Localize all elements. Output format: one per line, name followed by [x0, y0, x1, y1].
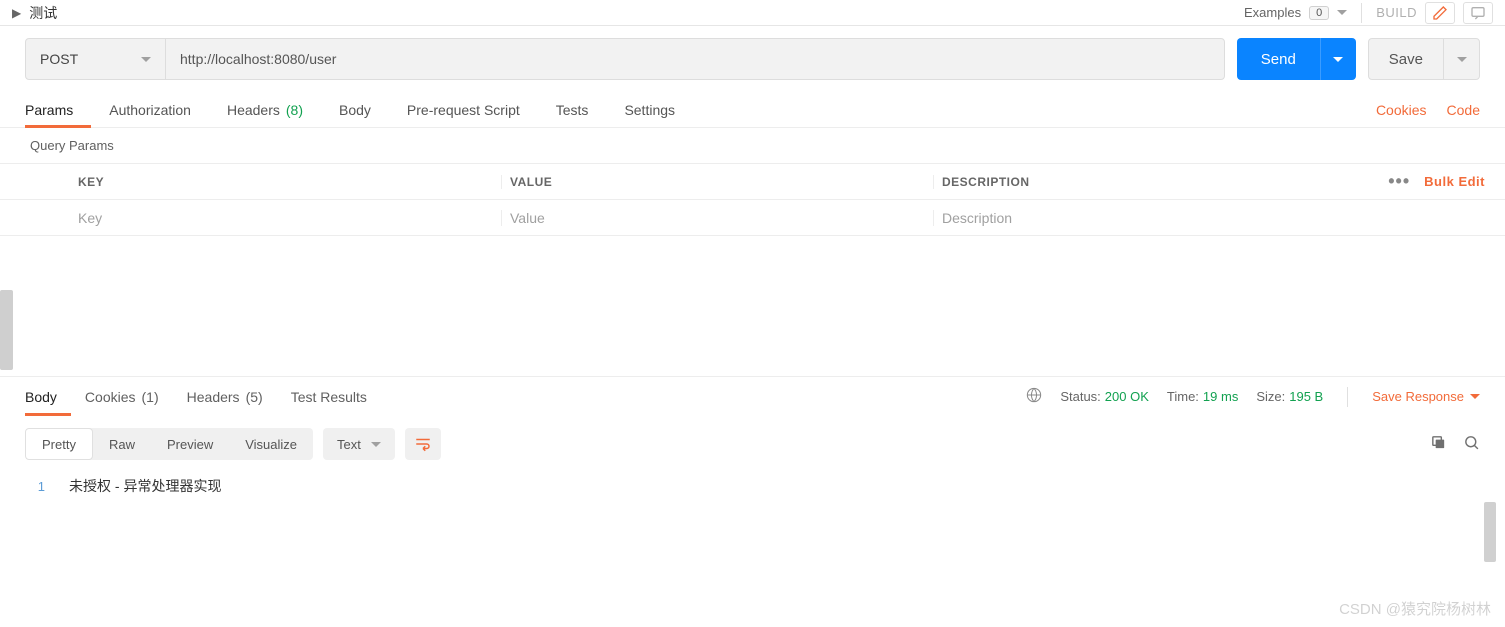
divider: [1361, 3, 1362, 23]
view-pretty[interactable]: Pretty: [25, 428, 93, 460]
line-number: 1: [25, 479, 45, 494]
tab-header: ▶ 测试 Examples 0 BUILD: [0, 0, 1505, 26]
time-group: Time:19 ms: [1167, 389, 1238, 404]
tab-prerequest[interactable]: Pre-request Script: [389, 92, 538, 127]
save-button-label: Save: [1369, 39, 1443, 79]
params-input-row: Key Value Description: [0, 200, 1505, 236]
search-icon[interactable]: [1463, 434, 1480, 454]
response-body: 1 未授权 - 异常处理器实现: [0, 472, 1505, 500]
globe-icon[interactable]: [1026, 387, 1042, 406]
value-input[interactable]: Value: [502, 210, 934, 226]
method-value: POST: [40, 51, 78, 67]
size-group: Size:195 B: [1256, 389, 1323, 404]
bulk-edit-link[interactable]: Bulk Edit: [1424, 174, 1485, 189]
tab-header-right: Examples 0 BUILD: [1244, 2, 1493, 24]
line-text: 未授权 - 异常处理器实现: [69, 476, 221, 496]
format-select[interactable]: Text: [323, 428, 395, 460]
save-dropdown[interactable]: [1443, 39, 1479, 79]
view-raw[interactable]: Raw: [93, 428, 151, 460]
scrollbar-thumb[interactable]: [1484, 502, 1496, 562]
tab-title-group: ▶ 测试: [12, 3, 57, 23]
copy-icon[interactable]: [1430, 434, 1447, 454]
build-label: BUILD: [1376, 5, 1417, 20]
column-description: DESCRIPTION: [934, 175, 1365, 189]
time-value: 19 ms: [1203, 389, 1238, 404]
save-response-link[interactable]: Save Response: [1372, 389, 1480, 404]
save-button[interactable]: Save: [1368, 38, 1480, 80]
description-input[interactable]: Description: [934, 210, 1365, 226]
send-button-label: Send: [1237, 38, 1320, 80]
tab-tests[interactable]: Tests: [538, 92, 607, 127]
column-key: KEY: [70, 175, 502, 189]
edit-icon-button[interactable]: [1425, 2, 1455, 24]
code-link[interactable]: Code: [1447, 102, 1480, 118]
url-input-group: POST: [25, 38, 1225, 80]
chevron-down-icon: [141, 57, 151, 62]
chevron-down-icon: [1333, 57, 1343, 62]
params-table: KEY VALUE DESCRIPTION ••• Bulk Edit Key …: [0, 163, 1505, 236]
send-dropdown[interactable]: [1320, 38, 1356, 80]
tab-settings[interactable]: Settings: [606, 92, 693, 127]
send-button[interactable]: Send: [1237, 38, 1356, 80]
chevron-down-icon[interactable]: [1337, 10, 1347, 15]
response-status-bar: Status:200 OK Time:19 ms Size:195 B Save…: [1026, 387, 1480, 407]
response-tab-headers[interactable]: Headers(5): [173, 377, 277, 416]
toolbar-right: [1430, 434, 1480, 454]
table-actions: ••• Bulk Edit: [1365, 171, 1505, 192]
column-value: VALUE: [502, 175, 934, 189]
tab-body[interactable]: Body: [321, 92, 389, 127]
query-params-label: Query Params: [0, 128, 1505, 163]
view-mode-selector: Pretty Raw Preview Visualize: [25, 428, 313, 460]
tab-params[interactable]: Params: [25, 92, 91, 127]
url-bar: POST Send Save: [0, 26, 1505, 92]
chevron-down-icon: [1457, 57, 1467, 62]
watermark: CSDN @猿究院杨树林: [1339, 598, 1491, 619]
key-input[interactable]: Key: [70, 210, 502, 226]
code-line: 1 未授权 - 异常处理器实现: [25, 476, 1480, 496]
more-icon[interactable]: •••: [1388, 171, 1410, 192]
request-tabs-right: Cookies Code: [1376, 102, 1480, 118]
size-value: 195 B: [1289, 389, 1323, 404]
response-header: Body Cookies(1) Headers(5) Test Results …: [0, 376, 1505, 416]
response-toolbar: Pretty Raw Preview Visualize Text: [0, 416, 1505, 472]
request-tabs: Params Authorization Headers(8) Body Pre…: [0, 92, 1505, 128]
request-tab-title: 测试: [29, 3, 57, 23]
response-tab-body[interactable]: Body: [25, 377, 71, 416]
view-preview[interactable]: Preview: [151, 428, 229, 460]
response-tab-tests[interactable]: Test Results: [277, 377, 381, 416]
chevron-down-icon: [371, 442, 381, 447]
examples-count-badge: 0: [1309, 6, 1329, 20]
divider: [1347, 387, 1348, 407]
chevron-right-icon[interactable]: ▶: [12, 6, 21, 20]
scrollbar-thumb[interactable]: [0, 290, 13, 370]
status-value: 200 OK: [1105, 389, 1149, 404]
comment-icon-button[interactable]: [1463, 2, 1493, 24]
url-input[interactable]: [166, 39, 1224, 79]
response-tab-cookies[interactable]: Cookies(1): [71, 377, 173, 416]
view-visualize[interactable]: Visualize: [229, 428, 313, 460]
tab-headers[interactable]: Headers(8): [209, 92, 321, 127]
params-header-row: KEY VALUE DESCRIPTION ••• Bulk Edit: [0, 164, 1505, 200]
wrap-lines-button[interactable]: [405, 428, 441, 460]
method-select[interactable]: POST: [26, 39, 166, 79]
examples-label[interactable]: Examples: [1244, 5, 1301, 20]
chevron-down-icon: [1470, 394, 1480, 399]
cookies-link[interactable]: Cookies: [1376, 102, 1427, 118]
tab-authorization[interactable]: Authorization: [91, 92, 209, 127]
status-group: Status:200 OK: [1060, 389, 1149, 404]
